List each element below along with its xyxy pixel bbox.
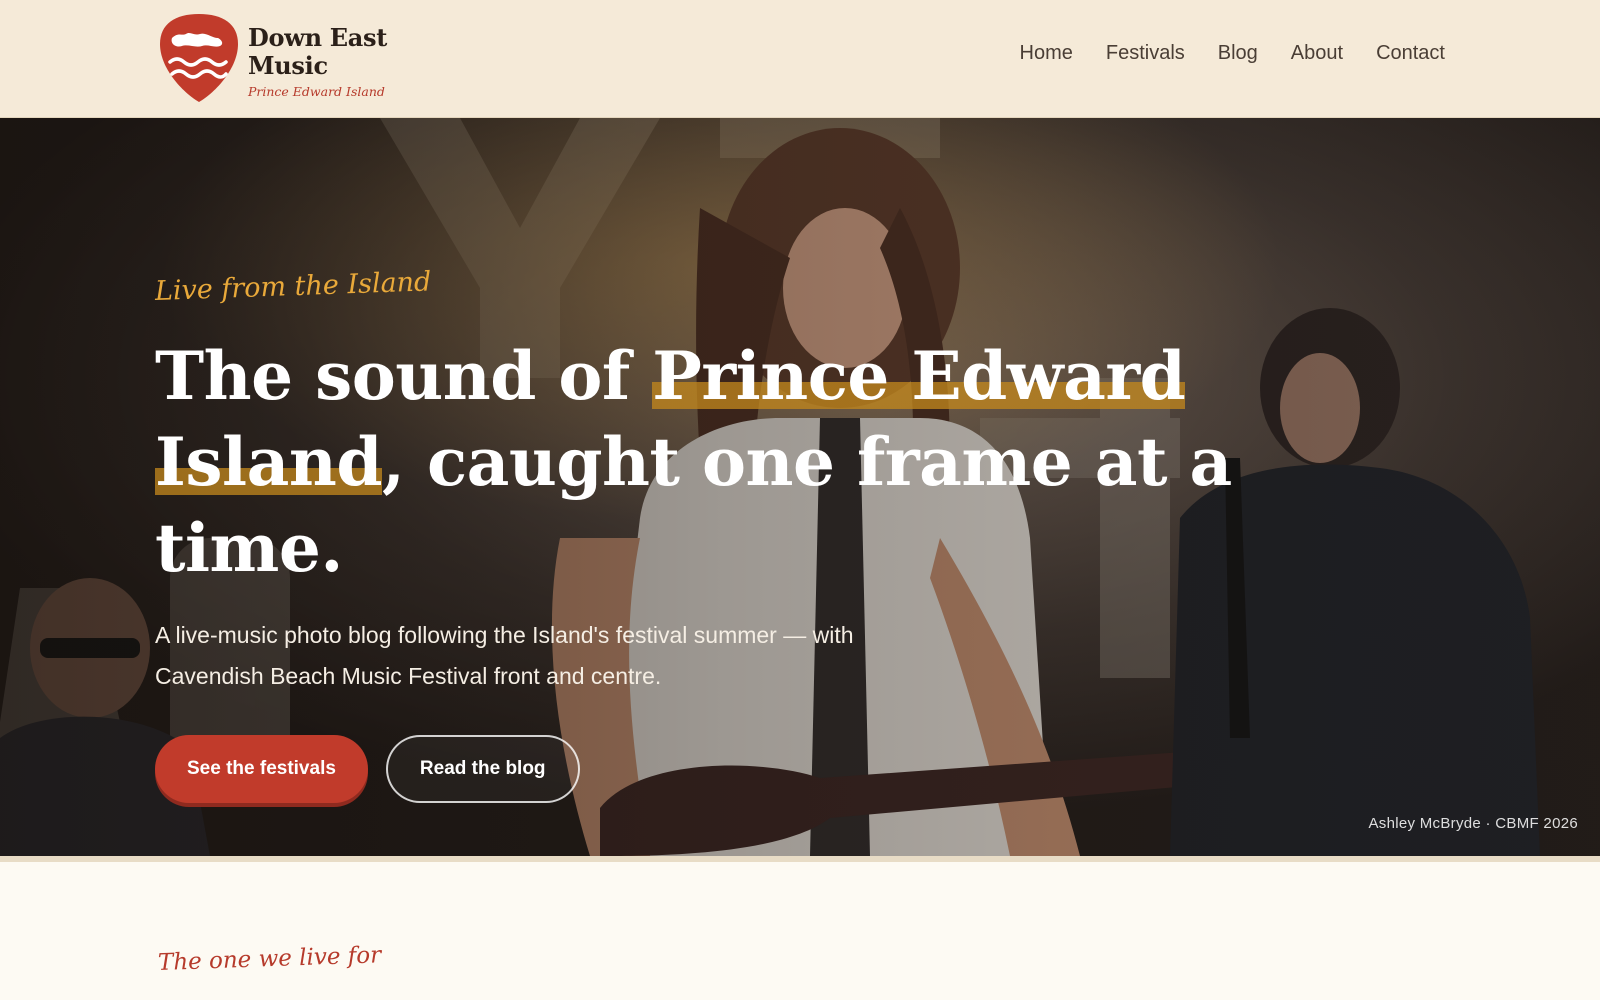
brand-tagline: Prince Edward Island [248,84,385,99]
brand-text: Down East Music Prince Edward Island [248,23,408,100]
main-nav: Home Festivals Blog About Contact [1020,42,1446,65]
nav-item-about[interactable]: About [1291,42,1343,65]
photo-credit: Ashley McBryde · CBMF 2026 [1368,815,1578,832]
hero-title-start: The sound of [155,337,653,415]
section-divider [0,856,1600,862]
read-blog-button[interactable]: Read the blog [385,735,580,803]
hero-section: Live from the Island The sound of Prince… [0,118,1600,856]
hero-title: The sound of Prince Edward Island, caugh… [155,333,1405,591]
hero-lede: A live-music photo blog following the Is… [155,622,854,689]
nav-item-home[interactable]: Home [1020,42,1073,65]
section-eyebrow: The one we live for [157,942,382,976]
site-header: Down East Music Prince Edward Island Hom… [0,0,1600,118]
nav-item-contact[interactable]: Contact [1376,42,1445,65]
see-festivals-button[interactable]: See the festivals [155,735,368,803]
guitar-pick-island-icon [160,14,238,102]
brand-name: Down East Music [248,23,388,80]
brand-logo-link[interactable]: Down East Music Prince Edward Island [158,12,408,104]
hero-actions: See the festivals Read the blog [155,735,1405,803]
nav-item-blog[interactable]: Blog [1218,42,1258,65]
hero-content: Live from the Island The sound of Prince… [154,266,1405,803]
nav-item-festivals[interactable]: Festivals [1106,42,1185,65]
